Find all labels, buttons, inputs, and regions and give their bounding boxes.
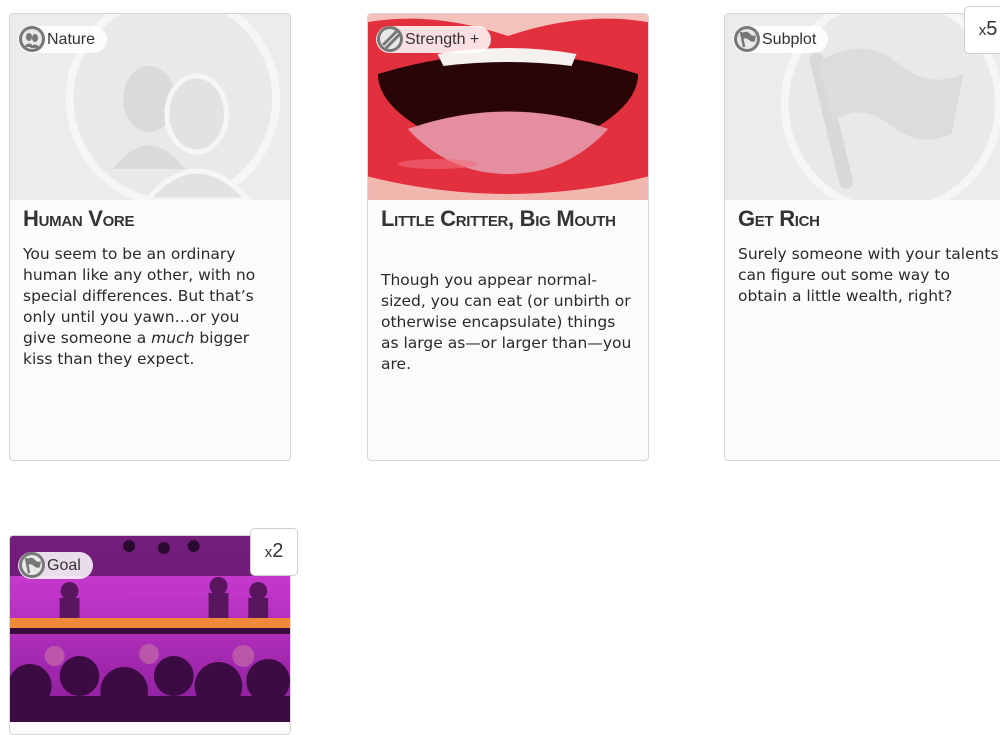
- card-get-rich[interactable]: Subplot Get Rich Surely someone with you…: [724, 13, 1000, 461]
- card-title: Little Critter, Big Mouth: [381, 206, 616, 231]
- card-tag: Strength +: [376, 25, 492, 53]
- card-title: Human Vore: [23, 206, 135, 231]
- card-human-vore[interactable]: Nature Human Vore You seem to be an ordi…: [9, 13, 291, 461]
- subplot-flag-icon: [733, 25, 761, 53]
- nature-faces-icon: [18, 25, 46, 53]
- card-little-critter[interactable]: Strength + Little Critter, Big Mouth Tho…: [367, 13, 649, 461]
- tag-label: Nature: [47, 31, 96, 48]
- card-description: Though you appear normal-sized, you can …: [381, 271, 632, 373]
- card-description: You seem to be an ordinary human like an…: [23, 245, 256, 368]
- tag-label: Strength +: [405, 31, 480, 48]
- card-tag: Goal: [18, 552, 93, 579]
- card-tag: Nature: [18, 25, 108, 53]
- strength-slash-icon: [376, 25, 404, 53]
- card-count-badge: x5: [964, 6, 1000, 54]
- card-description: Surely someone with your talents can fig…: [738, 245, 999, 305]
- tag-label: Goal: [47, 557, 81, 574]
- tag-label: Subplot: [762, 31, 817, 48]
- card-title: Get Rich: [738, 206, 820, 231]
- card-tag: Subplot: [733, 25, 829, 53]
- card-goal[interactable]: Goal: [9, 535, 291, 735]
- goal-flag-icon: [18, 551, 46, 579]
- card-count-badge: x2: [250, 528, 298, 576]
